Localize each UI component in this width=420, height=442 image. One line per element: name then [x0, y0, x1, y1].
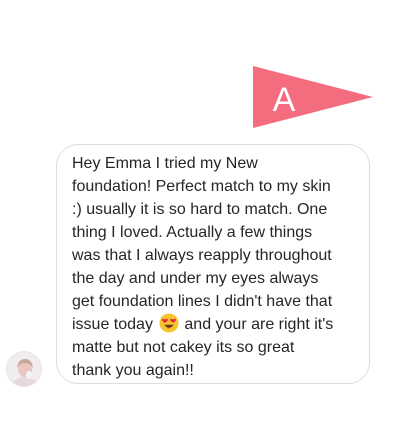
message-line-3: :) usually it is so hard to match. One: [72, 201, 328, 218]
message-line-5: was that I always reapply throughout: [72, 247, 332, 264]
heart-eyes-emoji-icon: [159, 313, 179, 333]
message-text: Hey Emma I tried my New foundation! Perf…: [72, 152, 368, 382]
pennant-sticker[interactable]: A: [253, 66, 373, 128]
message-line-8: issue today and your are right it's: [72, 313, 368, 336]
message-line-8-start: issue today: [72, 316, 153, 333]
sender-avatar[interactable]: [6, 351, 42, 387]
direct-message-thread: A Hey Emma I tried my New foundation! Pe…: [0, 0, 420, 442]
message-line-6: the day and under my eyes always: [72, 270, 319, 287]
message-line-7: get foundation lines I didn't have that: [72, 293, 333, 310]
profile-photo-icon: [7, 352, 41, 386]
message-line-10: thank you again!!: [72, 362, 194, 379]
message-line-9: matte but not cakey its so great: [72, 339, 295, 356]
message-line-1: Hey Emma I tried my New: [72, 155, 258, 172]
pennant-letter: A: [273, 81, 296, 119]
message-line-2: foundation! Perfect match to my skin: [72, 178, 331, 195]
message-line-4: thing I loved. Actually a few things: [72, 224, 313, 241]
message-line-8-end: and your are right it's: [184, 316, 334, 333]
pennant-icon: A: [253, 66, 373, 128]
